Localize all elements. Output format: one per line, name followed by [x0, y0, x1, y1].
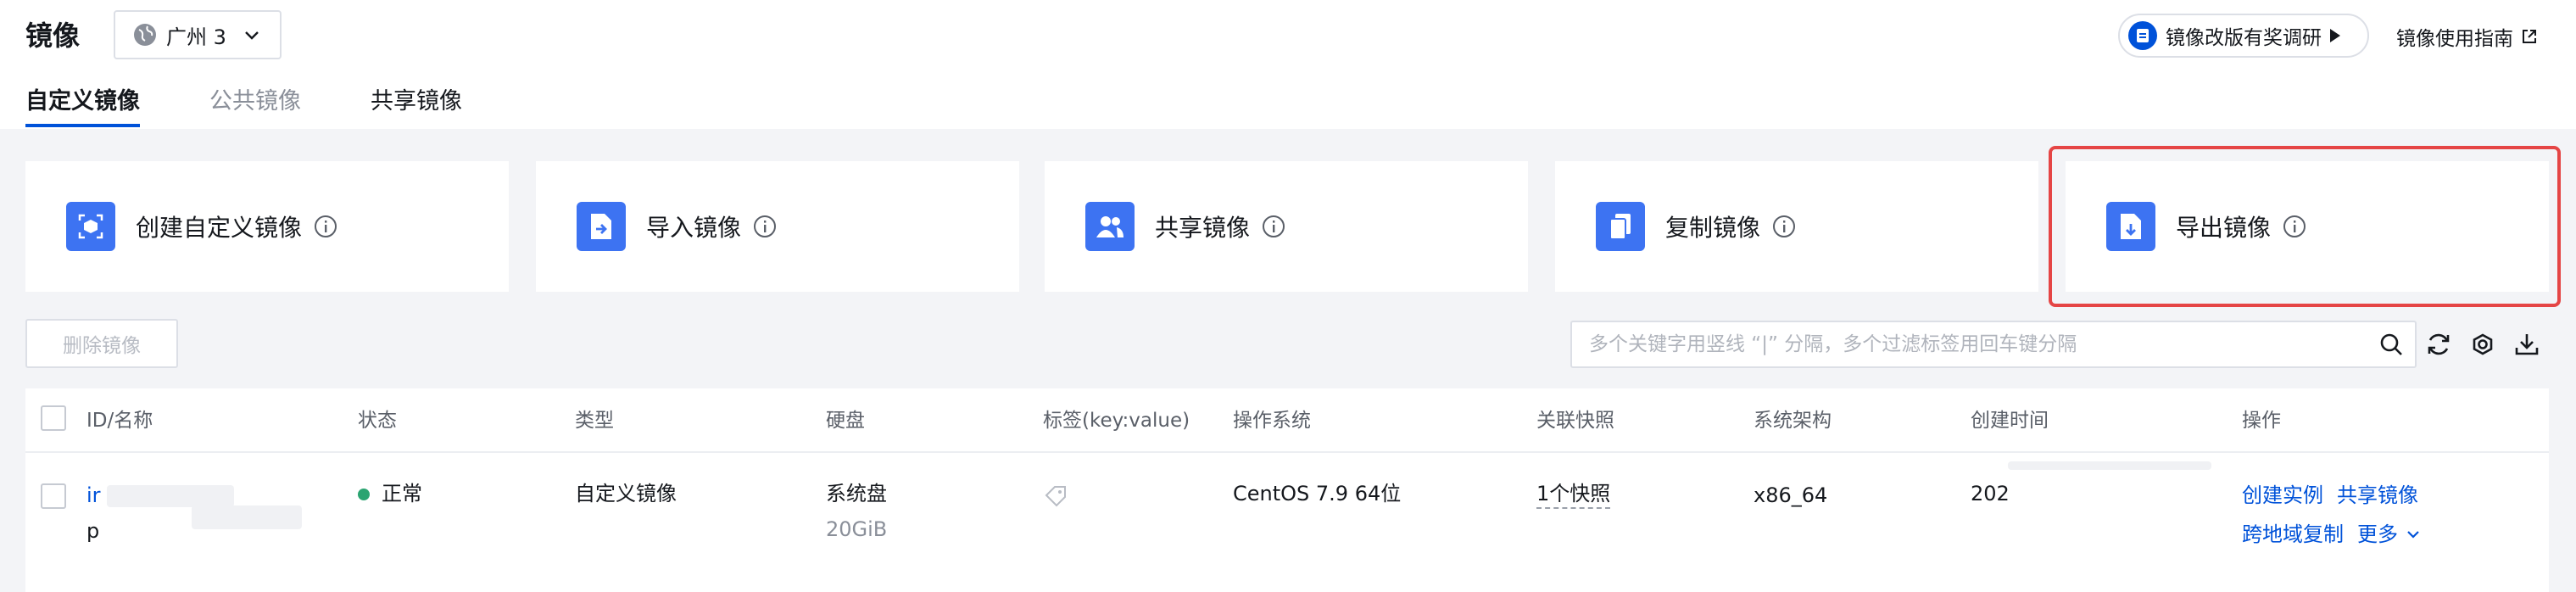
image-table: ID/名称 状态 类型 硬盘 标签(key:value) 操作系统 关联快照 系… — [25, 388, 2549, 592]
card-label: 导入镜像 — [646, 214, 742, 242]
card-copy-image[interactable]: 复制镜像 — [1555, 161, 2038, 292]
globe-icon — [134, 24, 156, 46]
search-input[interactable] — [1589, 333, 2367, 355]
col-snapshot: 关联快照 — [1536, 410, 1614, 432]
region-label: 广州 3 — [166, 25, 226, 49]
card-import-image[interactable]: 导入镜像 — [536, 161, 1019, 292]
status-dot-icon — [358, 489, 370, 500]
copy-image-icon — [1596, 202, 1645, 251]
refresh-button[interactable] — [2423, 329, 2454, 360]
info-icon[interactable] — [314, 215, 337, 238]
create-instance-link[interactable]: 创建实例 — [2242, 482, 2323, 509]
tab-public-image[interactable]: 公共镜像 — [209, 85, 301, 127]
refresh-icon — [2428, 333, 2450, 355]
disk-type: 系统盘 — [826, 482, 887, 505]
select-all-checkbox[interactable] — [41, 405, 66, 431]
col-os: 操作系统 — [1233, 410, 1311, 432]
external-link-icon — [2523, 30, 2536, 43]
gear-icon — [2473, 333, 2493, 355]
disk-size: 20GiB — [826, 517, 888, 541]
col-id-name: ID/名称 — [86, 410, 153, 432]
snapshot-count: 1个快照 — [1536, 482, 1611, 509]
card-label: 共享镜像 — [1155, 214, 1251, 242]
created-cell: 202 — [1971, 482, 2010, 505]
col-status: 状态 — [358, 410, 397, 432]
search-icon — [2380, 333, 2402, 355]
guide-label: 镜像使用指南 — [2396, 28, 2513, 50]
row-checkbox[interactable] — [41, 483, 66, 509]
more-label: 更多 — [2357, 522, 2398, 546]
survey-icon — [2128, 21, 2157, 50]
survey-button[interactable]: 镜像改版有奖调研 — [2118, 14, 2369, 58]
tag-edit-button[interactable] — [1043, 483, 1068, 512]
arch-cell: x86_64 — [1754, 483, 1828, 507]
highlight-box — [2049, 146, 2561, 307]
page-title: 镜像 — [25, 20, 81, 52]
info-icon[interactable] — [1262, 215, 1285, 238]
image-tabs: 自定义镜像 公共镜像 共享镜像 — [25, 85, 532, 127]
col-created: 创建时间 — [1971, 410, 2049, 432]
chevron-down-icon — [245, 31, 259, 40]
create-image-icon — [66, 202, 115, 251]
import-image-icon — [577, 202, 626, 251]
type-cell: 自定义镜像 — [575, 482, 677, 505]
image-name: p — [86, 519, 100, 543]
top-header: 镜像 广州 3 镜像改版有奖调研 镜像使用指南 自定义镜像 公共镜像 共享镜像 — [0, 0, 2576, 129]
settings-button[interactable] — [2467, 329, 2498, 360]
more-menu[interactable]: 更多 — [2357, 521, 2422, 548]
redacted-area — [2008, 461, 2211, 470]
tab-custom-image[interactable]: 自定义镜像 — [25, 85, 140, 127]
share-image-link[interactable]: 共享镜像 — [2337, 482, 2418, 509]
delete-image-button[interactable]: 删除镜像 — [25, 319, 178, 368]
tag-icon — [1045, 486, 1066, 507]
snapshot-cell[interactable]: 1个快照 — [1536, 480, 1611, 509]
card-label: 创建自定义镜像 — [136, 214, 303, 242]
search-box — [1570, 321, 2417, 368]
region-selector[interactable]: 广州 3 — [114, 10, 282, 59]
card-label: 复制镜像 — [1665, 214, 1761, 242]
cross-region-copy-link[interactable]: 跨地域复制 — [2242, 521, 2344, 548]
info-icon[interactable] — [753, 215, 777, 238]
card-create-custom-image[interactable]: 创建自定义镜像 — [25, 161, 509, 292]
col-disk: 硬盘 — [826, 410, 865, 432]
status-cell: 正常 — [358, 480, 422, 507]
redacted-area — [192, 505, 302, 529]
col-arch: 系统架构 — [1754, 410, 1832, 432]
os-cell: CentOS 7.9 64位 — [1233, 482, 1402, 505]
col-tags: 标签(key:value) — [1043, 410, 1190, 432]
survey-label: 镜像改版有奖调研 — [2166, 27, 2322, 49]
play-icon — [2330, 29, 2340, 42]
search-button[interactable] — [2367, 322, 2415, 366]
download-button[interactable] — [2512, 329, 2542, 360]
col-actions: 操作 — [2242, 410, 2281, 432]
redacted-area — [107, 485, 234, 507]
info-icon[interactable] — [1772, 215, 1796, 238]
status-text: 正常 — [382, 482, 422, 505]
image-id-link[interactable]: ir — [86, 482, 101, 509]
guide-link[interactable]: 镜像使用指南 — [2396, 22, 2539, 51]
card-share-image[interactable]: 共享镜像 — [1045, 161, 1528, 292]
table-header: ID/名称 状态 类型 硬盘 标签(key:value) 操作系统 关联快照 系… — [25, 388, 2549, 453]
col-type: 类型 — [575, 410, 614, 432]
download-icon — [2515, 334, 2539, 355]
share-image-icon — [1085, 202, 1135, 251]
chevron-down-icon — [2407, 531, 2419, 539]
tab-shared-image[interactable]: 共享镜像 — [371, 85, 462, 127]
